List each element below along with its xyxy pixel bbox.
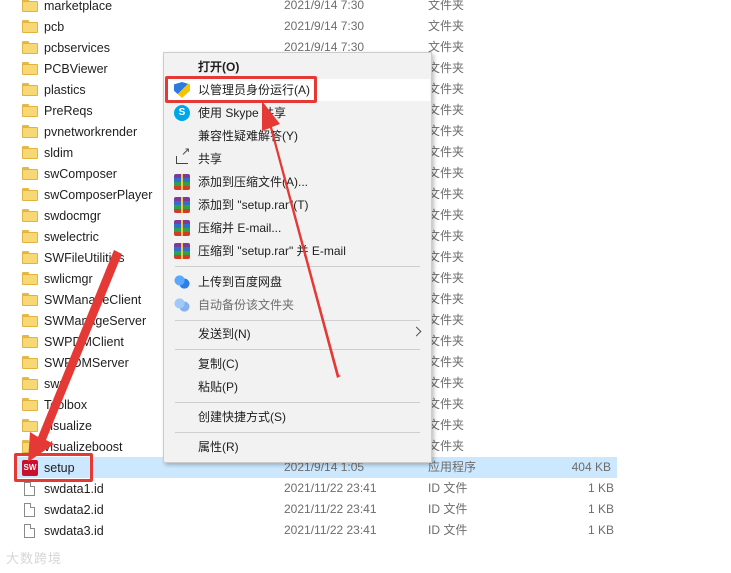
menu-item-open[interactable]: 打开(O) — [165, 56, 430, 78]
highlight-setup — [14, 453, 93, 482]
list-item[interactable]: swdata3.id 2021/11/22 23:41 ID 文件 1 KB — [0, 520, 620, 541]
folder-icon — [22, 293, 38, 306]
watermark-text: 大数跨境 — [6, 551, 63, 566]
skype-icon: S — [174, 105, 190, 121]
list-item[interactable]: swdata1.id 2021/11/22 23:41 ID 文件 1 KB — [0, 478, 620, 499]
folder-icon — [22, 41, 38, 54]
menu-item-compress-rar-email[interactable]: 压缩到 "setup.rar" 并 E-mail — [165, 240, 430, 262]
menu-separator — [175, 432, 420, 433]
menu-item-properties[interactable]: 属性(R) — [165, 436, 430, 458]
list-item[interactable]: marketplace 2021/9/14 7:30 文件夹 — [0, 0, 620, 16]
menu-item-auto-backup[interactable]: 自动备份该文件夹 — [165, 294, 430, 316]
menu-item-add-to-rar[interactable]: 添加到 "setup.rar"(T) — [165, 194, 430, 216]
folder-icon — [22, 314, 38, 327]
folder-icon — [22, 188, 38, 201]
menu-item-compress-email[interactable]: 压缩并 E-mail... — [165, 217, 430, 239]
winrar-icon — [174, 197, 190, 213]
winrar-icon — [174, 243, 190, 259]
menu-separator — [175, 266, 420, 267]
folder-icon — [22, 62, 38, 75]
folder-icon — [22, 251, 38, 264]
folder-icon — [22, 125, 38, 138]
menu-item-share-skype[interactable]: S 使用 Skype 共享 — [165, 102, 430, 124]
folder-icon — [22, 209, 38, 222]
folder-icon — [22, 356, 38, 369]
folder-icon — [22, 398, 38, 411]
menu-item-upload-baidu[interactable]: 上传到百度网盘 — [165, 271, 430, 293]
winrar-icon — [174, 220, 190, 236]
list-item[interactable]: pcb 2021/9/14 7:30 文件夹 — [0, 16, 620, 37]
menu-item-send-to[interactable]: 发送到(N) — [165, 323, 430, 345]
folder-icon — [22, 440, 38, 453]
folder-icon — [22, 377, 38, 390]
baidu-netdisk-icon — [174, 297, 190, 313]
winrar-icon — [174, 174, 190, 190]
folder-icon — [22, 272, 38, 285]
file-icon — [24, 481, 35, 496]
folder-icon — [22, 83, 38, 96]
context-menu: 打开(O) 以管理员身份运行(A) S 使用 Skype 共享 兼容性疑难解答(Y… — [163, 52, 432, 463]
baidu-netdisk-icon — [174, 274, 190, 290]
menu-item-copy[interactable]: 复制(C) — [165, 353, 430, 375]
folder-icon — [22, 104, 38, 117]
folder-icon — [22, 20, 38, 33]
folder-icon — [22, 167, 38, 180]
menu-separator — [175, 402, 420, 403]
menu-item-create-shortcut[interactable]: 创建快捷方式(S) — [165, 406, 430, 428]
menu-item-troubleshoot[interactable]: 兼容性疑难解答(Y) — [165, 125, 430, 147]
menu-separator — [175, 320, 420, 321]
folder-icon — [22, 230, 38, 243]
share-icon — [176, 145, 190, 164]
menu-item-share[interactable]: 共享 — [165, 145, 430, 170]
file-icon — [24, 523, 35, 538]
menu-item-paste[interactable]: 粘贴(P) — [165, 376, 430, 398]
list-item[interactable]: swdata2.id 2021/11/22 23:41 ID 文件 1 KB — [0, 499, 620, 520]
menu-item-add-to-archive[interactable]: 添加到压缩文件(A)... — [165, 171, 430, 193]
folder-icon — [22, 335, 38, 348]
file-icon — [24, 502, 35, 517]
folder-icon — [22, 146, 38, 159]
folder-icon — [22, 419, 38, 432]
menu-separator — [175, 349, 420, 350]
chevron-right-icon — [411, 326, 422, 337]
highlight-run-as-admin — [165, 76, 317, 103]
folder-icon — [22, 0, 38, 12]
